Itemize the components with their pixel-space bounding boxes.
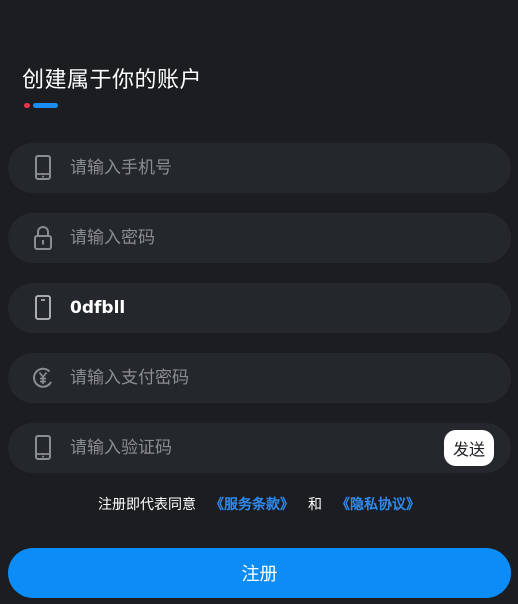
agreement-text: 注册即代表同意 《服务条款》和《隐私协议》 xyxy=(0,494,518,514)
yen-coin-icon xyxy=(32,365,54,391)
code-input[interactable] xyxy=(70,283,430,333)
page-title: 创建属于你的账户 xyxy=(22,68,203,93)
verification-input[interactable] xyxy=(70,423,370,473)
send-code-button[interactable]: 发送 xyxy=(444,430,494,466)
password-input[interactable] xyxy=(70,213,430,263)
phone-input[interactable] xyxy=(70,143,430,193)
verification-field[interactable]: 发送 xyxy=(8,423,511,473)
lock-icon xyxy=(32,225,54,251)
phone-outline-icon xyxy=(32,295,54,321)
privacy-link[interactable]: 《隐私协议》 xyxy=(336,497,420,513)
phone-field[interactable] xyxy=(8,143,511,193)
agreement-conjunction: 和 xyxy=(308,497,322,513)
register-button[interactable]: 注册 xyxy=(8,548,511,598)
agreement-prefix: 注册即代表同意 xyxy=(98,497,196,513)
password-field[interactable] xyxy=(8,213,511,263)
pay-password-field[interactable] xyxy=(8,353,511,403)
mobile-phone-icon xyxy=(32,435,54,461)
register-page: 创建属于你的账户 请输入手机号 0dfbll 请输入验证码 发送 注册即代表同意… xyxy=(0,0,518,604)
accent-red-dot xyxy=(24,103,30,108)
mobile-phone-icon xyxy=(32,155,54,181)
terms-link[interactable]: 《服务条款》 xyxy=(210,497,294,513)
code-field[interactable] xyxy=(8,283,511,333)
accent-blue-bar xyxy=(33,103,58,108)
pay-password-input[interactable] xyxy=(70,353,430,403)
